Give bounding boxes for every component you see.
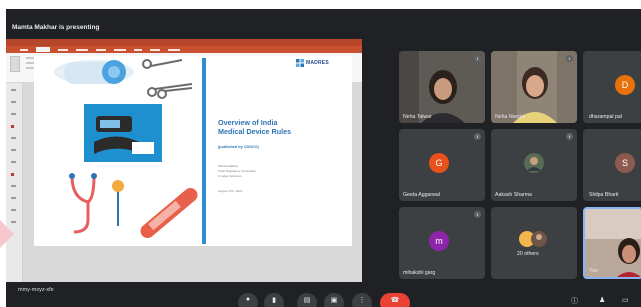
- participant-tile[interactable]: ǁ Neha Talwar: [399, 51, 485, 123]
- medical-devices-illustration: [54, 59, 198, 238]
- ppt-tab: [168, 48, 180, 51]
- slide-date: August 17th, 2021: [218, 189, 243, 193]
- participant-avatar: D: [615, 75, 635, 95]
- ppt-title-bar: [6, 39, 362, 46]
- participant-video: [399, 51, 485, 123]
- slide-divider: [202, 58, 206, 244]
- others-avatars-icon: [519, 231, 547, 247]
- screen: Mamta Makhar is presenting MADRES Overvi…: [0, 0, 641, 307]
- ppt-tab: [58, 48, 68, 51]
- participant-tile[interactable]: G ǁ Geeta Aggarwal: [399, 129, 485, 201]
- slide-presenter-info: Mamta Makhar Chief Regulatory Consultant…: [218, 164, 256, 179]
- self-view-tile[interactable]: You: [583, 207, 641, 279]
- participant-avatar: m: [429, 231, 449, 251]
- participant-name: Shilpa Bharti: [589, 192, 619, 198]
- more-icon[interactable]: ⋮: [352, 293, 372, 307]
- mic-muted-icon: ǁ: [474, 133, 481, 140]
- participant-tile[interactable]: D dharampal pal: [583, 51, 641, 123]
- participant-photo-avatar: [524, 153, 544, 173]
- participant-name: dharampal pal: [589, 114, 622, 120]
- paste-icon: [10, 56, 20, 72]
- mic-muted-icon: ǁ: [474, 55, 481, 62]
- ppt-ribbon-tabs: [6, 46, 362, 53]
- presenter-banner-text: Mamta Makhar is presenting: [12, 23, 100, 31]
- ppt-tab-active: [36, 47, 50, 52]
- ppt-tab: [20, 48, 28, 51]
- present-icon[interactable]: ▣: [324, 293, 344, 307]
- company-logo: MADRES: [296, 58, 348, 68]
- mic-muted-icon: ǁ: [474, 211, 481, 218]
- others-count: 20 others: [517, 251, 539, 257]
- others-tile[interactable]: 20 others: [491, 207, 577, 279]
- info-icon[interactable]: ⓘ: [571, 296, 578, 306]
- meeting-code: mmy-mxyz-xfe: [18, 287, 54, 293]
- mic-icon[interactable]: ●: [238, 293, 258, 307]
- participant-tile[interactable]: ǁ Neha Nangia: [491, 51, 577, 123]
- participant-name: Aakash Sharma: [495, 192, 532, 198]
- participant-tile[interactable]: S Shilpa Bharti: [583, 129, 641, 201]
- mic-muted-icon: ǁ: [566, 55, 573, 62]
- slide-title: Overview of India Medical Device Rules: [218, 118, 348, 136]
- participant-name: Neha Talwar: [403, 114, 432, 120]
- captions-icon[interactable]: ▤: [297, 293, 317, 307]
- participant-avatar: G: [429, 153, 449, 173]
- slide-title-line: Overview of India: [218, 118, 278, 127]
- participant-avatar: S: [615, 153, 635, 173]
- ppt-tab: [134, 48, 142, 51]
- ppt-tab: [96, 48, 106, 51]
- participant-name: mihakshi garg: [403, 270, 436, 276]
- ppt-tab: [114, 48, 126, 51]
- ppt-tab: [76, 48, 88, 51]
- participant-name: Geeta Aggarwal: [403, 192, 440, 198]
- logo-mark-icon: [296, 59, 304, 67]
- logo-text: MADRES: [306, 60, 329, 66]
- participant-tile[interactable]: m ǁ mihakshi garg: [399, 207, 485, 279]
- ppt-left-toolbar: [6, 83, 23, 282]
- slide-subtitle: (published by CDSCO): [218, 145, 259, 149]
- mic-muted-icon: ǁ: [566, 133, 573, 140]
- camera-icon[interactable]: ▮: [264, 293, 284, 307]
- chat-icon[interactable]: ▭: [622, 296, 629, 304]
- slide-title-line: Medical Device Rules: [218, 127, 292, 136]
- participant-video: [491, 51, 577, 123]
- participant-name: Neha Nangia: [495, 114, 526, 120]
- ppt-tab: [150, 48, 160, 51]
- participant-tile[interactable]: ǁ Aakash Sharma: [491, 129, 577, 201]
- decorative-pink-shape: [0, 220, 14, 248]
- people-icon[interactable]: ♟: [599, 296, 605, 304]
- presenter-banner: Mamta Makhar is presenting: [6, 18, 641, 36]
- presenter-company: Cnudge Solutions: [218, 174, 242, 178]
- end-call-icon[interactable]: ☎: [380, 293, 410, 307]
- participant-name: You: [589, 268, 598, 274]
- presentation-slide: MADRES Overview of India Medical Device …: [34, 56, 352, 246]
